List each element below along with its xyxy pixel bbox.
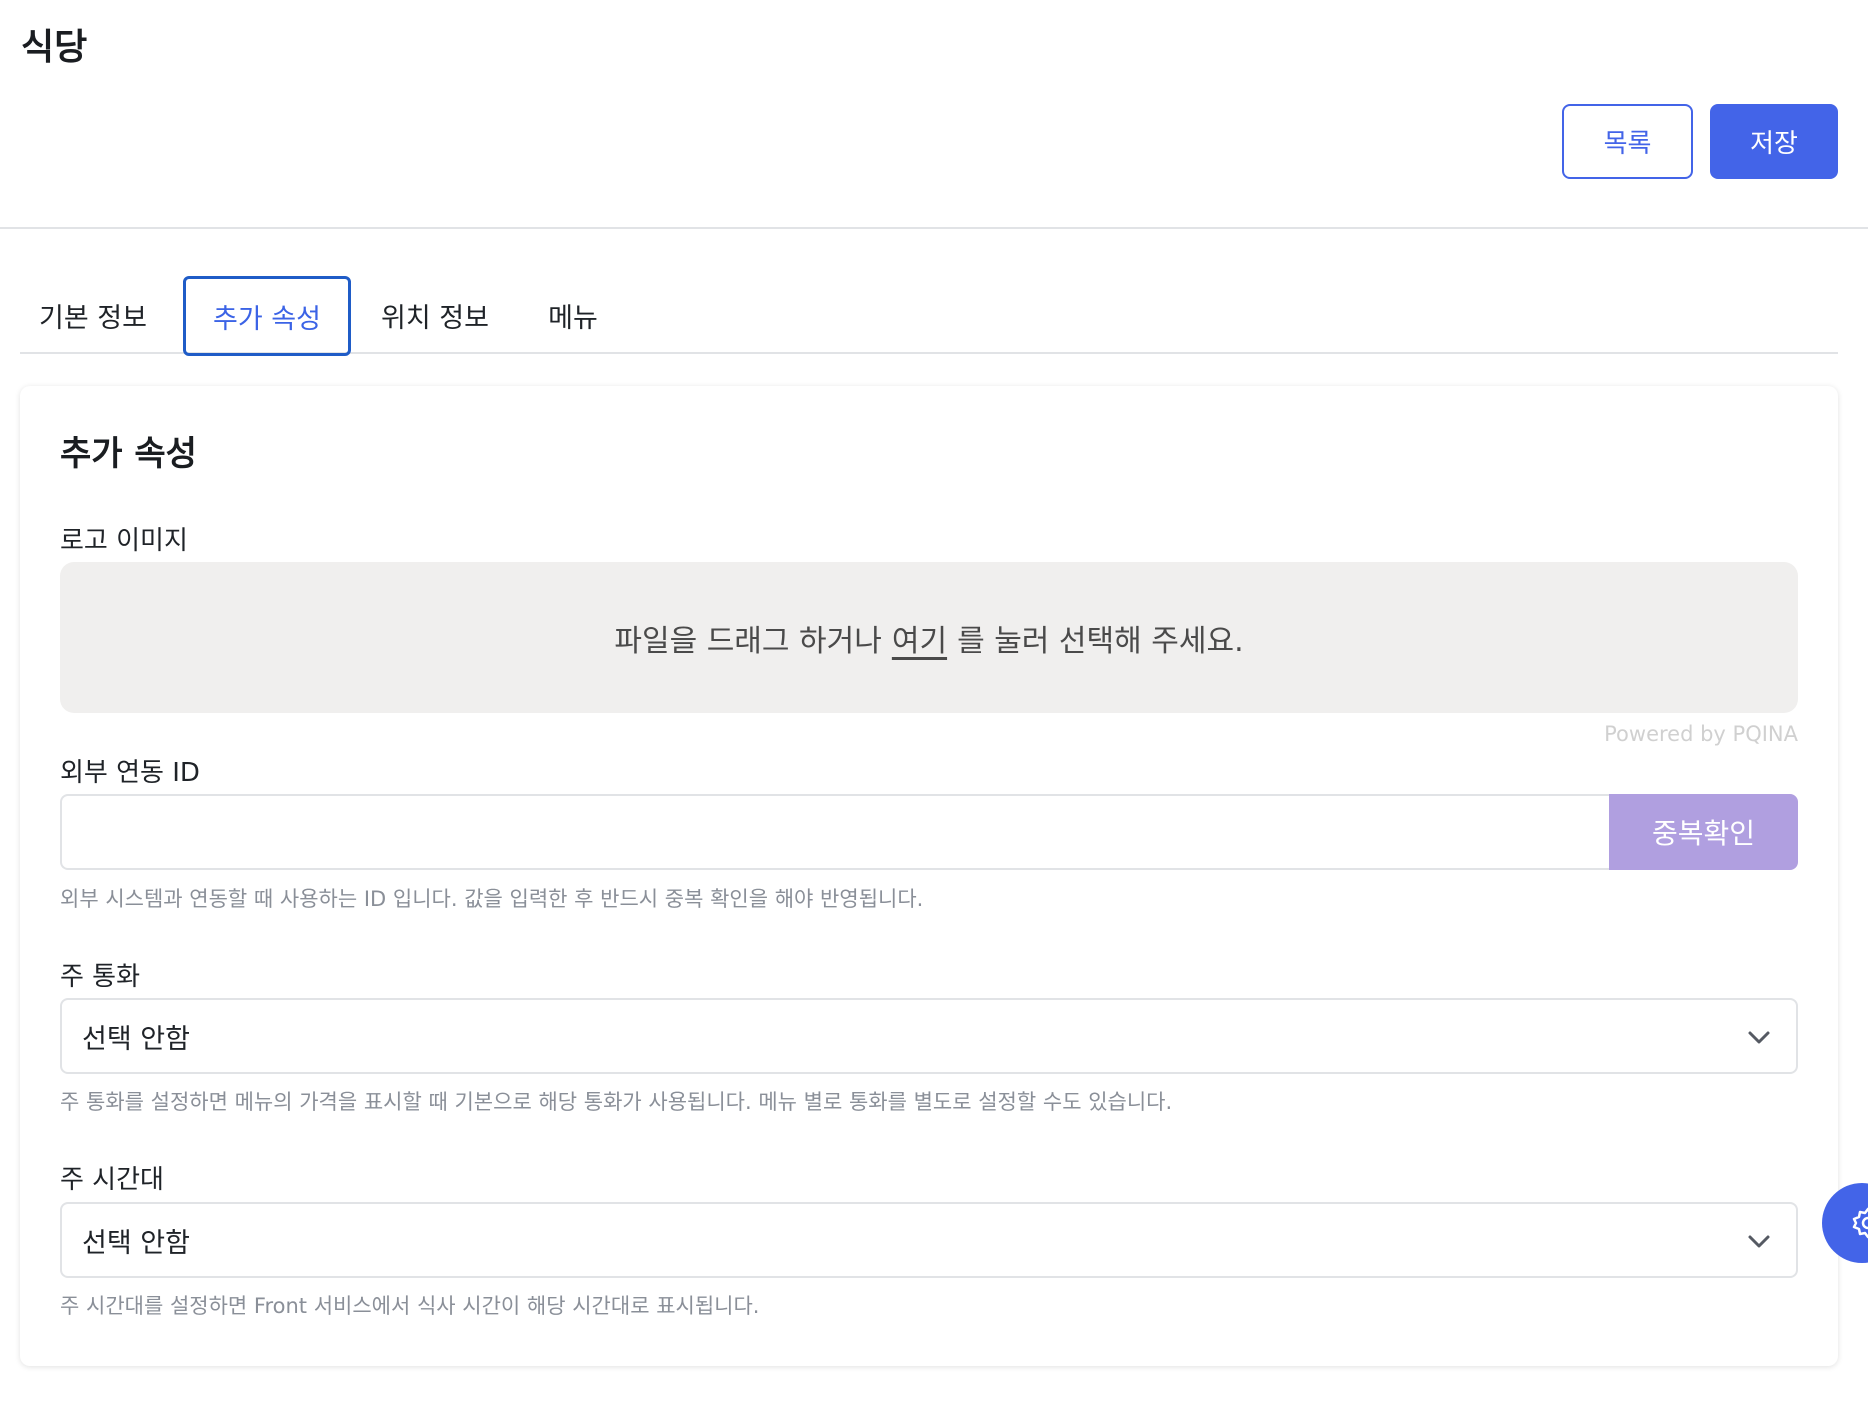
section-title: 추가 속성 [60,434,197,474]
duplicate-check-button[interactable]: 중복확인 [1609,794,1798,870]
list-button[interactable]: 목록 [1562,104,1693,179]
tab-menu[interactable]: 메뉴 [532,276,614,354]
logo-dropzone[interactable]: 파일을 드래그 하거나 여기 를 눌러 선택해 주세요. [60,562,1798,713]
dropzone-text-suffix: 를 눌러 선택해 주세요. [957,623,1244,659]
dropzone-browse-link[interactable]: 여기 [892,616,947,660]
settings-icon [1852,1207,1868,1239]
page-title: 식당 [21,27,88,68]
external-id-help: 외부 시스템과 연동할 때 사용하는 ID 입니다. 값을 입력한 후 반드시 … [60,887,924,911]
external-id-input[interactable] [60,794,1609,870]
timezone-select[interactable]: 선택 안함 [60,1202,1798,1278]
page-header: 식당 목록 저장 [0,0,1868,229]
page: 식당 목록 저장 기본 정보 추가 속성 위치 정보 메뉴 추가 속성 로고 이… [0,0,1868,1412]
dropzone-text: 파일을 드래그 하거나 [614,623,882,659]
save-button[interactable]: 저장 [1710,104,1838,179]
powered-by-credit: Powered by PQINA [1604,722,1798,746]
currency-select[interactable]: 선택 안함 [60,998,1798,1074]
extra-attributes-card: 추가 속성 로고 이미지 파일을 드래그 하거나 여기 를 눌러 선택해 주세요… [20,386,1838,1366]
tab-bar: 기본 정보 추가 속성 위치 정보 메뉴 [20,276,1838,356]
timezone-help: 주 시간대를 설정하면 Front 서비스에서 식사 시간이 해당 시간대로 표… [60,1294,760,1318]
tab-location-info[interactable]: 위치 정보 [372,276,498,354]
tab-extra-attributes[interactable]: 추가 속성 [183,276,351,356]
currency-help: 주 통화를 설정하면 메뉴의 가격을 표시할 때 기본으로 해당 통화가 사용됩… [60,1090,1173,1114]
external-id-label: 외부 연동 ID [60,758,200,788]
chevron-down-icon [1748,1235,1770,1248]
timezone-selected-value: 선택 안함 [82,1227,190,1259]
currency-label: 주 통화 [60,962,141,992]
chevron-down-icon [1748,1031,1770,1044]
currency-selected-value: 선택 안함 [82,1023,190,1055]
logo-image-label: 로고 이미지 [60,526,188,556]
timezone-label: 주 시간대 [60,1165,164,1195]
tab-basic-info[interactable]: 기본 정보 [30,276,156,354]
